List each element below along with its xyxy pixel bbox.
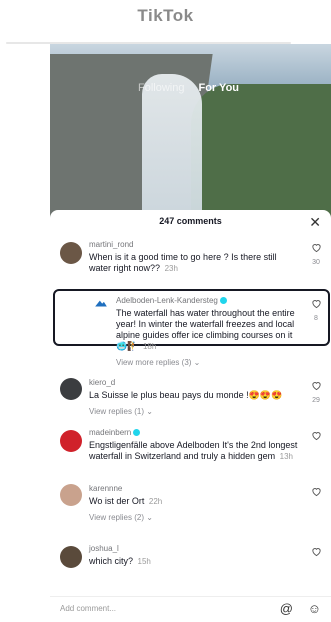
comment-time: 23h (164, 264, 178, 273)
tab-following[interactable]: Following (138, 82, 184, 94)
comments-count: 247 comments (159, 216, 222, 226)
video-player[interactable]: Following For You (50, 44, 331, 219)
comment-time: 15h (137, 557, 151, 566)
top-bar: TikTok (0, 0, 331, 44)
video-tabs: Following For You (138, 82, 239, 94)
like-button[interactable]: 30 (309, 240, 323, 266)
comment-text: Engstligenfälle above Adelboden It's the… (89, 440, 298, 461)
like-button[interactable] (309, 544, 323, 562)
like-count: 30 (312, 259, 320, 266)
comment-username[interactable]: joshua_l (89, 544, 301, 553)
comment-username[interactable]: karennne (89, 484, 301, 493)
like-button[interactable] (309, 484, 323, 502)
heart-icon (311, 488, 321, 497)
waterfall-graphic (142, 74, 202, 219)
like-button[interactable]: 8 (309, 296, 323, 322)
emoji-icon[interactable]: ☺ (308, 601, 321, 616)
heart-icon (311, 382, 321, 391)
comment-username[interactable]: kiero_d (89, 378, 301, 387)
comment-username: Adelboden-Lenk-Kandersteg (116, 296, 301, 305)
heart-icon (311, 432, 321, 441)
at-icon[interactable]: @ (280, 601, 293, 616)
heart-icon (311, 548, 321, 557)
add-comment-input[interactable]: Add comment... (60, 604, 116, 613)
like-count: 29 (312, 397, 320, 404)
comment-text: La Suisse le plus beau pays du monde !😍😍… (89, 390, 283, 400)
brand-logo-avatar[interactable] (94, 296, 108, 310)
chevron-down-icon: ⌄ (193, 358, 201, 367)
like-button[interactable]: 29 (309, 378, 323, 404)
chevron-down-icon: ⌄ (146, 513, 153, 522)
comments-sheet: 247 comments ✕ martini_rond When is it a… (50, 210, 331, 621)
avatar[interactable] (60, 242, 82, 264)
avatar[interactable] (60, 430, 82, 452)
comment-username[interactable]: martini_rond (89, 240, 301, 249)
view-more-replies-button[interactable]: View more replies (3) ⌄ (116, 358, 301, 367)
comment-time: 13h (279, 452, 293, 461)
comment-text: When is it a good time to go here ? Is t… (89, 252, 277, 273)
comment-text: Wo ist der Ort (89, 496, 145, 506)
comment-username: madeinbern (89, 428, 301, 437)
chevron-down-icon: ⌄ (146, 407, 153, 416)
mountain-logo-icon (95, 300, 107, 307)
avatar[interactable] (60, 546, 82, 568)
view-replies-button[interactable]: View replies (2) ⌄ (89, 513, 301, 522)
like-button[interactable] (309, 428, 323, 446)
tab-for-you[interactable]: For You (198, 82, 239, 94)
like-count: 8 (314, 315, 318, 322)
view-replies-button[interactable]: View replies (1) ⌄ (89, 407, 301, 416)
comment-text: which city? (89, 556, 134, 566)
mountain-right-graphic (191, 84, 331, 219)
comment-input-bar: Add comment... @ ☺ (50, 596, 331, 622)
verified-badge-icon (133, 429, 141, 437)
comment-time: 22h (148, 497, 163, 506)
avatar[interactable] (60, 378, 82, 400)
avatar[interactable] (60, 484, 82, 506)
app-title: TikTok (137, 6, 194, 25)
comment-time: 18h (142, 342, 157, 351)
heart-icon (311, 244, 321, 253)
heart-icon (311, 300, 321, 309)
close-icon[interactable]: ✕ (309, 214, 321, 231)
verified-badge-icon (219, 297, 227, 305)
